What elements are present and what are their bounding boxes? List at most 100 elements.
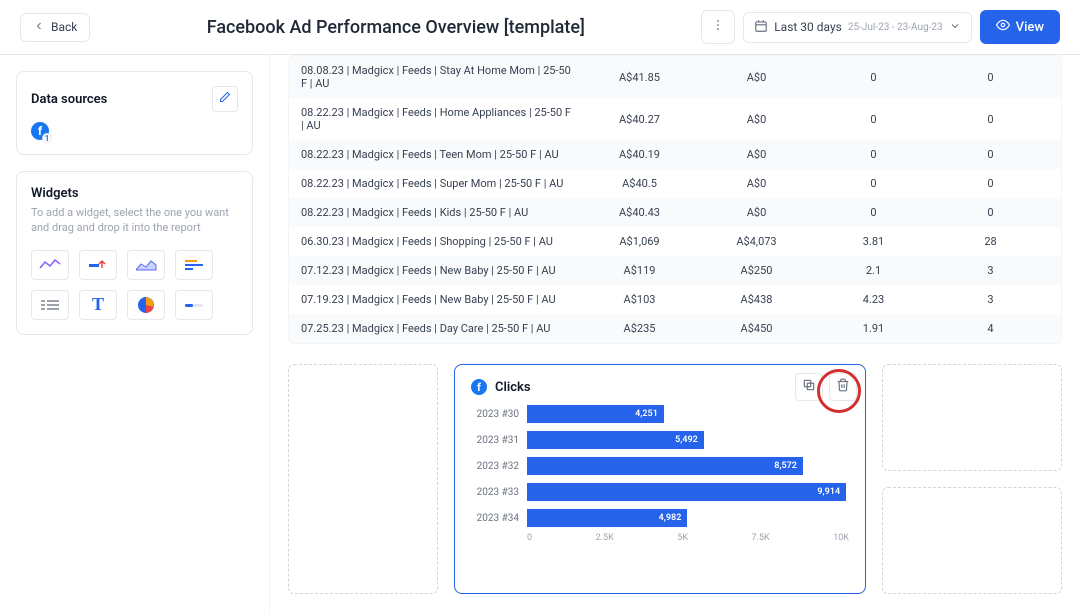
campaigns-table: 08.08.23 | Madgicx | Feeds | Stay At Hom…	[288, 55, 1062, 344]
page-title: Facebook Ad Performance Overview [templa…	[102, 17, 689, 38]
col-spend: A$41.85	[581, 71, 698, 84]
duplicate-widget-button[interactable]	[795, 373, 823, 401]
table-row[interactable]: 06.30.23 | Madgicx | Feeds | Shopping | …	[289, 227, 1061, 256]
widget-bar-chart[interactable]	[175, 250, 213, 280]
col-conv: 3	[932, 264, 1049, 277]
col-conv: 4	[932, 322, 1049, 335]
col-roas: 1.91	[815, 322, 932, 335]
widgets-title: Widgets	[31, 186, 238, 201]
widget-progress[interactable]	[175, 290, 213, 320]
bar-label: 2023 #31	[471, 435, 519, 446]
col-revenue: A$4,073	[698, 235, 815, 248]
date-range-text: 25-Jul-23 - 23-Aug-23	[848, 22, 943, 33]
axis-tick: 0	[527, 533, 532, 543]
table-row[interactable]: 07.25.23 | Madgicx | Feeds | Day Care | …	[289, 314, 1061, 343]
col-conv: 28	[932, 235, 1049, 248]
bar-label: 2023 #33	[471, 487, 519, 498]
eye-icon	[996, 18, 1010, 36]
table-row[interactable]: 08.22.23 | Madgicx | Feeds | Kids | 25-5…	[289, 198, 1061, 227]
dropzones: f Clicks 2023 #304,2512023 #315,4922023 …	[288, 364, 1062, 594]
dropzone-right-top[interactable]	[882, 364, 1062, 471]
col-spend: A$40.27	[581, 113, 698, 126]
widgets-description: To add a widget, select the one you want…	[31, 205, 238, 236]
facebook-icon: f	[471, 379, 487, 395]
bar-row: 2023 #315,492	[471, 431, 849, 449]
campaign-name: 08.22.23 | Madgicx | Feeds | Super Mom |…	[301, 177, 581, 190]
campaign-name: 08.08.23 | Madgicx | Feeds | Stay At Hom…	[301, 64, 581, 90]
dots-vertical-icon	[711, 18, 725, 36]
col-roas: 0	[815, 177, 932, 190]
view-label: View	[1016, 20, 1044, 35]
header-actions: Last 30 days 25-Jul-23 - 23-Aug-23 View	[701, 10, 1060, 44]
date-range-button[interactable]: Last 30 days 25-Jul-23 - 23-Aug-23	[743, 12, 971, 43]
back-button[interactable]: Back	[20, 13, 90, 42]
chart-widget[interactable]: f Clicks 2023 #304,2512023 #315,4922023 …	[454, 364, 866, 594]
widget-line-chart[interactable]	[31, 250, 69, 280]
bar-row: 2023 #344,982	[471, 509, 849, 527]
col-conv: 3	[932, 293, 1049, 306]
view-button[interactable]: View	[980, 10, 1060, 44]
table-row[interactable]: 07.19.23 | Madgicx | Feeds | New Baby | …	[289, 285, 1061, 314]
col-spend: A$40.43	[581, 206, 698, 219]
axis-tick: 2.5K	[596, 533, 614, 543]
widget-table[interactable]	[31, 290, 69, 320]
bar-row: 2023 #33 9,914	[471, 483, 849, 501]
widget-text[interactable]: T	[79, 290, 117, 320]
axis-tick: 10K	[833, 533, 849, 543]
campaign-name: 06.30.23 | Madgicx | Feeds | Shopping | …	[301, 235, 581, 248]
more-button[interactable]	[701, 10, 735, 44]
chevron-left-icon	[33, 20, 45, 35]
widget-pie-chart[interactable]	[127, 290, 165, 320]
text-icon: T	[92, 294, 104, 315]
axis-tick: 7.5K	[752, 533, 770, 543]
table-row[interactable]: 08.22.23 | Madgicx | Feeds | Teen Mom | …	[289, 140, 1061, 169]
col-conv: 0	[932, 71, 1049, 84]
campaign-name: 07.19.23 | Madgicx | Feeds | New Baby | …	[301, 293, 581, 306]
table-row[interactable]: 07.12.23 | Madgicx | Feeds | New Baby | …	[289, 256, 1061, 285]
col-roas: 0	[815, 71, 932, 84]
col-roas: 0	[815, 206, 932, 219]
source-count-badge: 1	[42, 133, 52, 143]
chevron-down-icon	[949, 20, 961, 35]
data-sources-panel: Data sources f1	[16, 71, 253, 155]
table-row[interactable]: 08.22.23 | Madgicx | Feeds | Super Mom |…	[289, 169, 1061, 198]
campaign-name: 07.12.23 | Madgicx | Feeds | New Baby | …	[301, 264, 581, 277]
col-revenue: A$450	[698, 322, 815, 335]
pencil-icon	[219, 91, 231, 107]
col-spend: A$235	[581, 322, 698, 335]
calendar-icon	[754, 19, 768, 36]
facebook-source-icon[interactable]: f1	[31, 122, 49, 140]
col-roas: 4.23	[815, 293, 932, 306]
delete-widget-button[interactable]	[829, 373, 857, 401]
edit-data-sources-button[interactable]	[212, 86, 238, 112]
main-content: 08.08.23 | Madgicx | Feeds | Stay At Hom…	[270, 55, 1080, 612]
col-revenue: A$0	[698, 148, 815, 161]
bar-label: 2023 #30	[471, 409, 519, 420]
data-sources-title: Data sources	[31, 92, 107, 107]
bar-value: 8,572	[774, 461, 797, 471]
col-spend: A$40.5	[581, 177, 698, 190]
bar-row: 2023 #328,572	[471, 457, 849, 475]
col-revenue: A$0	[698, 71, 815, 84]
axis-tick: 5K	[677, 533, 688, 543]
back-label: Back	[51, 20, 77, 34]
col-roas: 0	[815, 148, 932, 161]
col-revenue: A$438	[698, 293, 815, 306]
widget-kpi[interactable]	[79, 250, 117, 280]
dropzone-left[interactable]	[288, 364, 438, 594]
header: Back Facebook Ad Performance Overview [t…	[0, 0, 1080, 55]
col-conv: 0	[932, 113, 1049, 126]
table-row[interactable]: 08.22.23 | Madgicx | Feeds | Home Applia…	[289, 98, 1061, 140]
date-label: Last 30 days	[774, 20, 842, 34]
bar-value: 9,914	[817, 487, 840, 497]
table-row[interactable]: 08.08.23 | Madgicx | Feeds | Stay At Hom…	[289, 56, 1061, 98]
dropzone-right-bottom[interactable]	[882, 487, 1062, 594]
widget-area-chart[interactable]	[127, 250, 165, 280]
campaign-name: 08.22.23 | Madgicx | Feeds | Kids | 25-5…	[301, 206, 581, 219]
campaign-name: 07.25.23 | Madgicx | Feeds | Day Care | …	[301, 322, 581, 335]
dropzone-right	[882, 364, 1062, 594]
col-roas: 3.81	[815, 235, 932, 248]
col-roas: 2.1	[815, 264, 932, 277]
col-spend: A$103	[581, 293, 698, 306]
campaign-name: 08.22.23 | Madgicx | Feeds | Home Applia…	[301, 106, 581, 132]
